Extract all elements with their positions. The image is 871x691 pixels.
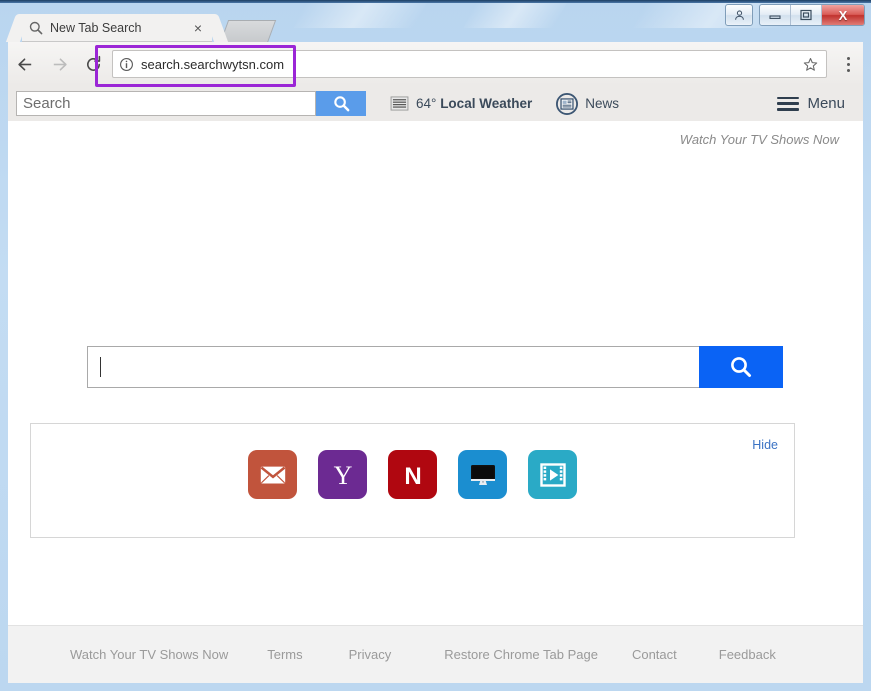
kebab-menu-icon bbox=[846, 56, 850, 72]
main-search-input[interactable] bbox=[87, 346, 699, 388]
news-label: News bbox=[585, 96, 619, 111]
film-play-icon bbox=[539, 462, 566, 487]
page-footer: Watch Your TV Shows Now Terms Privacy Re… bbox=[8, 625, 863, 683]
weather-temperature: 64° bbox=[416, 96, 437, 111]
newspaper-icon bbox=[556, 92, 579, 115]
footer-link-feedback[interactable]: Feedback bbox=[719, 647, 776, 662]
weather-fog-icon bbox=[390, 96, 409, 111]
extension-toolbar: Search 64° Local Weather News Menu bbox=[8, 86, 863, 122]
extension-search-group: Search bbox=[16, 91, 366, 116]
main-search-row bbox=[87, 346, 783, 388]
footer-link-restore-tab[interactable]: Restore Chrome Tab Page bbox=[444, 647, 598, 662]
page-tagline: Watch Your TV Shows Now bbox=[679, 132, 839, 147]
star-icon[interactable] bbox=[800, 54, 820, 74]
search-icon bbox=[731, 357, 751, 377]
reload-button[interactable] bbox=[76, 42, 110, 86]
tile-video[interactable] bbox=[528, 450, 577, 499]
forward-arrow-icon bbox=[53, 57, 67, 71]
footer-link-terms[interactable]: Terms bbox=[267, 647, 302, 662]
search-icon bbox=[29, 21, 43, 35]
back-arrow-icon bbox=[17, 57, 31, 71]
extension-search-input[interactable]: Search bbox=[16, 91, 316, 116]
main-search-button[interactable] bbox=[699, 346, 783, 388]
address-bar[interactable]: search.searchwytsn.com bbox=[112, 50, 827, 78]
tab-title: New Tab Search bbox=[50, 21, 142, 35]
reload-icon bbox=[86, 55, 100, 71]
svg-text:Y: Y bbox=[333, 461, 352, 490]
tile-yahoo[interactable]: Y bbox=[318, 450, 367, 499]
new-tab-button[interactable] bbox=[219, 20, 277, 43]
footer-link-contact[interactable]: Contact bbox=[632, 647, 677, 662]
tab-close-button[interactable]: × bbox=[190, 20, 206, 36]
tab-strip: New Tab Search × bbox=[0, 14, 871, 43]
local-weather-label: 64° Local Weather bbox=[416, 96, 532, 111]
svg-text:N: N bbox=[404, 463, 421, 490]
hamburger-icon bbox=[777, 96, 800, 111]
tile-netflix[interactable]: N bbox=[388, 450, 437, 499]
footer-link-privacy[interactable]: Privacy bbox=[349, 647, 392, 662]
forward-button[interactable] bbox=[42, 42, 76, 86]
yahoo-y-icon: Y bbox=[333, 461, 352, 490]
footer-link-watch-tv[interactable]: Watch Your TV Shows Now bbox=[70, 647, 228, 662]
shortcut-tiles-panel: Hide Y N bbox=[30, 423, 795, 538]
browser-toolbar: search.searchwytsn.com bbox=[8, 42, 863, 87]
netflix-n-icon: N bbox=[404, 463, 421, 490]
info-icon[interactable] bbox=[119, 57, 134, 72]
back-button[interactable] bbox=[8, 42, 42, 86]
local-weather-button[interactable]: 64° Local Weather bbox=[390, 96, 532, 111]
shortcut-tiles-row: Y N bbox=[31, 450, 794, 499]
page-content: Watch Your TV Shows Now Hide Y N Watch Y… bbox=[8, 121, 863, 683]
browser-tab[interactable]: New Tab Search × bbox=[22, 14, 212, 42]
monitor-icon bbox=[470, 464, 495, 485]
tile-gmail[interactable] bbox=[248, 450, 297, 499]
extension-menu-button[interactable]: Menu bbox=[777, 95, 845, 112]
tile-tv[interactable] bbox=[458, 450, 507, 499]
search-icon bbox=[333, 96, 349, 112]
envelope-icon bbox=[260, 466, 285, 483]
extension-search-button[interactable] bbox=[316, 91, 366, 116]
address-bar-url: search.searchwytsn.com bbox=[141, 56, 285, 72]
news-button[interactable]: News bbox=[556, 92, 619, 115]
extension-menu-label: Menu bbox=[807, 95, 845, 112]
text-caret bbox=[100, 357, 101, 377]
browser-window: X New Tab Search × search.searchwytsn.co… bbox=[0, 0, 871, 691]
chrome-menu-button[interactable] bbox=[833, 42, 863, 86]
extension-search-placeholder: Search bbox=[23, 95, 71, 112]
weather-label-text: Local Weather bbox=[440, 96, 533, 111]
